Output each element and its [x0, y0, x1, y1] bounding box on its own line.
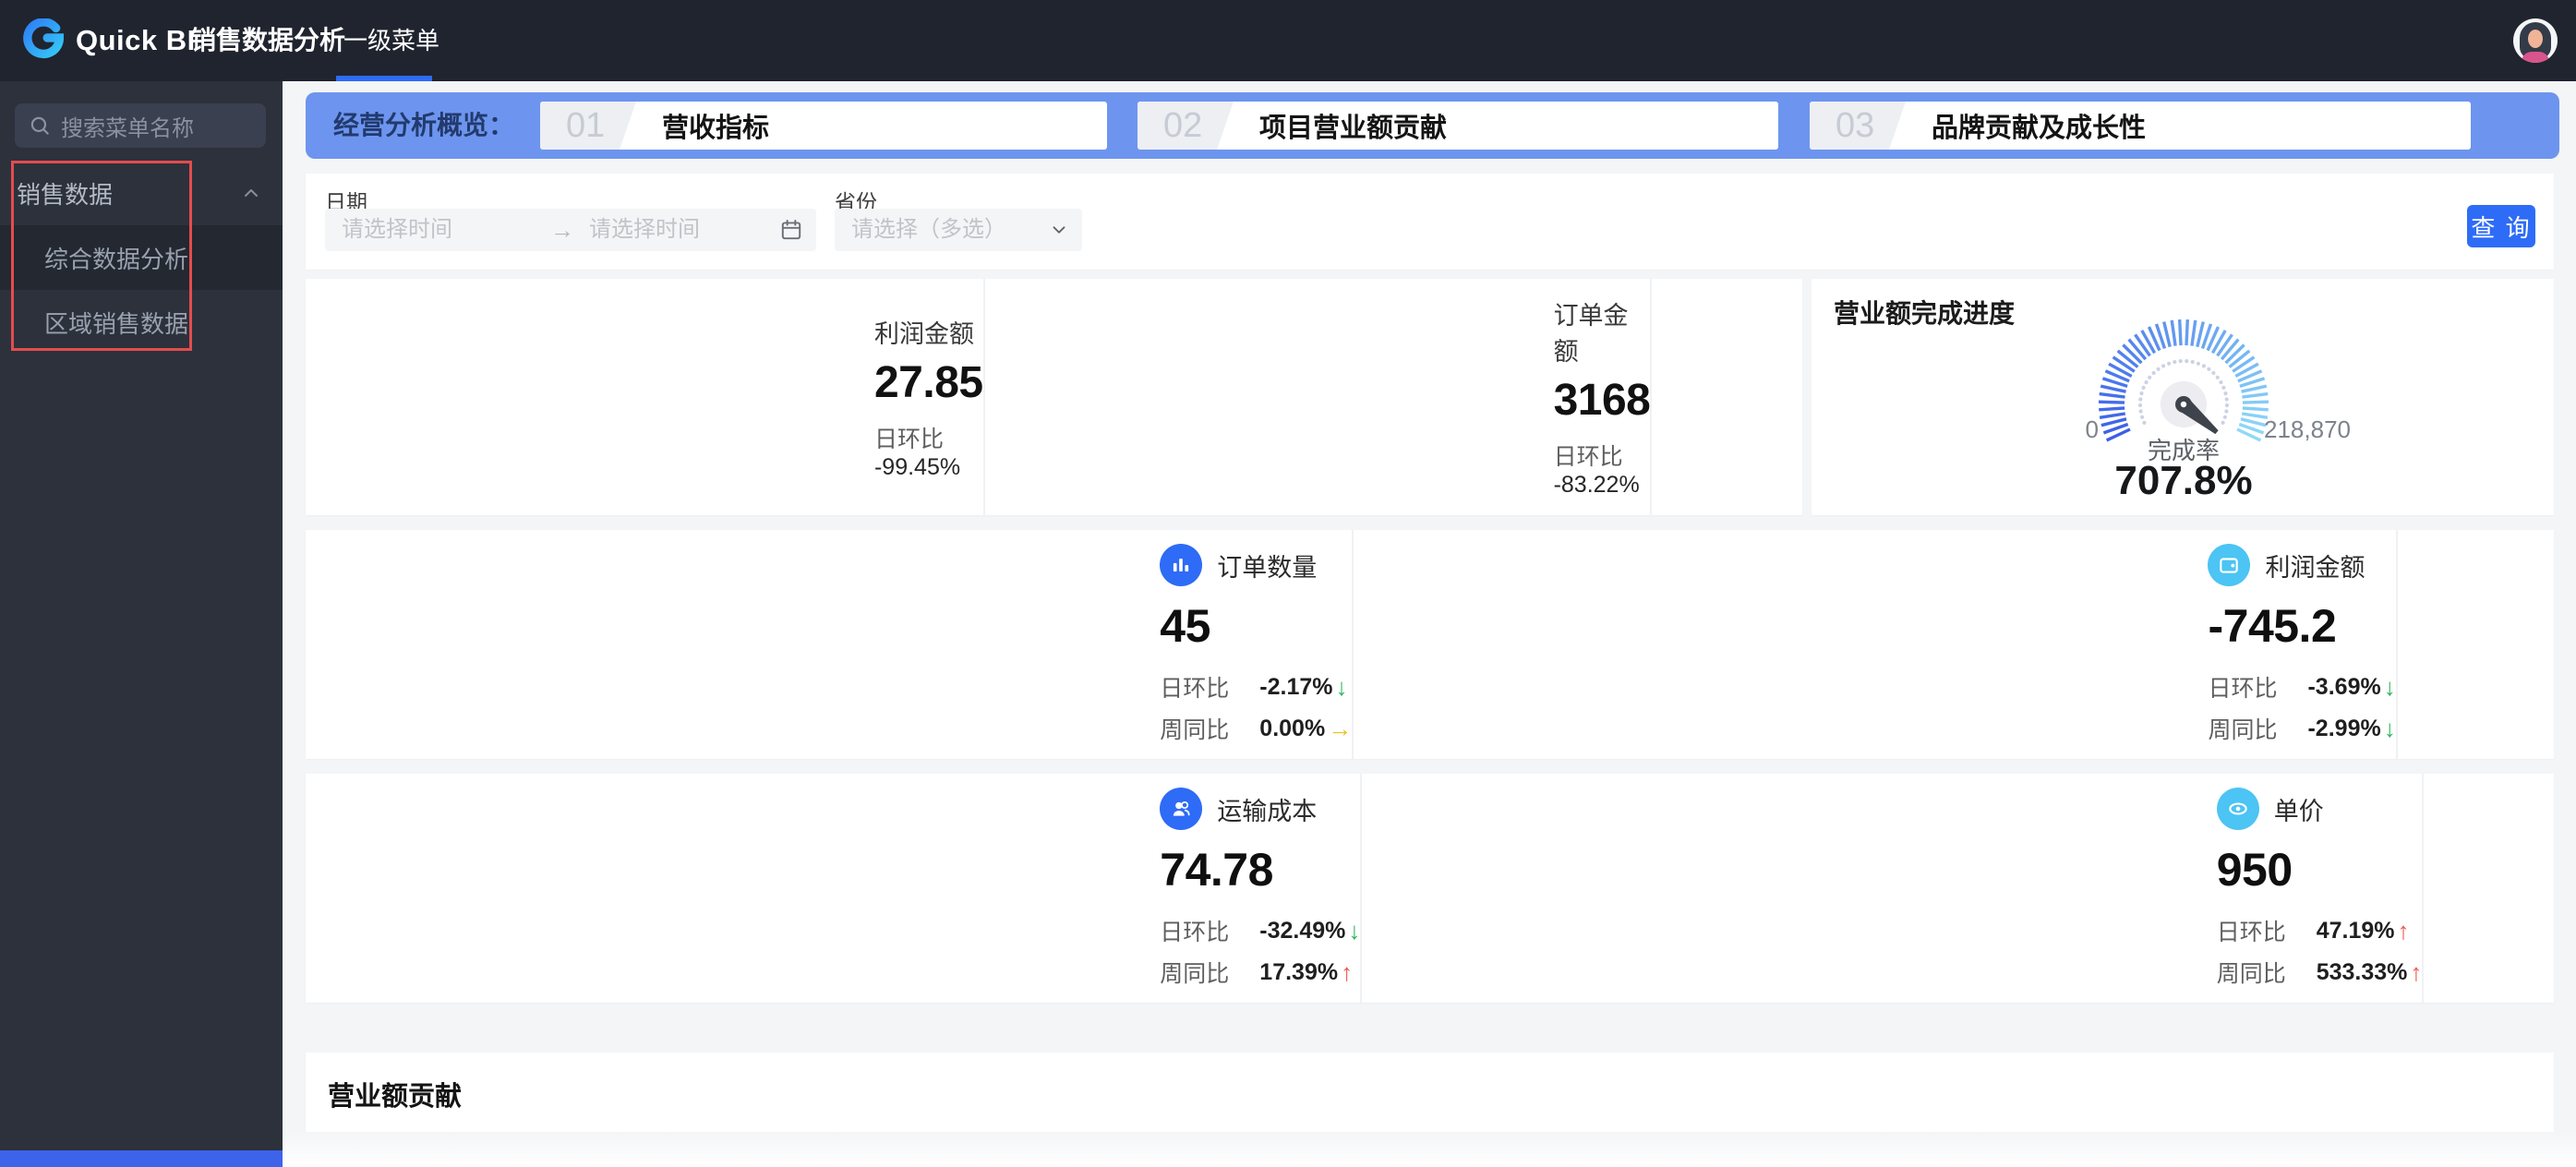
section-number: 03 — [1810, 102, 1906, 150]
kpi-metric: 日环比 -3.69% ↓ — [2208, 670, 2395, 704]
section-number: 02 — [1138, 102, 1234, 150]
trend-arrow: ↑ — [2410, 958, 2422, 987]
kpi-label: 订单数量 — [1217, 547, 1317, 584]
kpi-metric: 日环比 -83.22% — [1554, 439, 1651, 499]
gauge-min-label: 0 — [2006, 415, 2099, 444]
province-placeholder: 请选择（多选） — [851, 209, 1006, 251]
gauge-title: 营业额完成进度 — [1834, 294, 2015, 331]
people-icon — [1160, 788, 1202, 830]
section-number: 01 — [540, 102, 636, 150]
tab-active-underline — [336, 76, 432, 81]
kpi-shipping-cost: 运输成本 74.78 日环比 -32.49% ↓ 周同比 17.39% ↑ — [306, 774, 1362, 1003]
province-select[interactable]: 请选择（多选） — [835, 209, 1082, 251]
kpi-profit-amount: 利润金额 27.85 日环比 -99.45% — [306, 279, 985, 515]
avatar-face — [2528, 30, 2543, 48]
overview-section-project-contribution[interactable]: 02 项目营业额贡献 — [1138, 102, 1778, 150]
kpi-metric: 日环比 -32.49% ↓ — [1160, 914, 1360, 947]
kpi-metric: 周同比 0.00% → — [1160, 712, 1352, 745]
kpi-card-row3: 运输成本 74.78 日环比 -32.49% ↓ 周同比 17.39% ↑ — [306, 774, 2554, 1003]
kpi-value: -745.2 — [2208, 599, 2395, 653]
arrow-right-icon: → — [550, 209, 574, 251]
date-end-placeholder: 请选择时间 — [589, 209, 700, 251]
gauge-rate-value: 707.8% — [2073, 458, 2294, 504]
sidebar-item-comprehensive-analysis[interactable]: 综合数据分析 — [0, 225, 283, 290]
kpi-unit-price-2: 单价 950 日环比 47.19% ↑ 周同比 533.33% ↑ — [1362, 774, 2424, 1003]
kpi-order-amount: 订单金额 3168 日环比 -83.22% — [985, 279, 1653, 515]
chevron-up-icon — [240, 182, 262, 204]
kpi-metric: 日环比 -99.45% — [874, 421, 983, 481]
overview-label: 经营分析概览： — [333, 92, 514, 159]
gauge-max-label: 218,870 — [2264, 415, 2351, 444]
revenue-contribution-card: 营业额贡献 — [306, 1053, 2554, 1132]
top-navbar: Quick BI 销售数据分析 一级菜单 — [0, 0, 2576, 81]
date-range-input[interactable]: 请选择时间 → 请选择时间 — [325, 209, 816, 251]
sidebar-bottom-accent — [0, 1150, 283, 1167]
filter-card: 日期 请选择时间 → 请选择时间 省份 请选择（多选） 查 询 — [306, 174, 2554, 270]
kpi-metric: 周同比 -2.99% ↓ — [2208, 712, 2395, 745]
wallet-icon — [2208, 544, 2250, 586]
kpi-metric: 周同比 533.33% ↑ — [2217, 956, 2423, 989]
date-start-placeholder: 请选择时间 — [342, 209, 452, 251]
kpi-profit-amount-2: 利润金额 -745.2 日环比 -3.69% ↓ 周同比 -2.99% ↓ — [1354, 530, 2398, 759]
trend-arrow: ↓ — [2384, 715, 2396, 743]
calendar-icon — [779, 218, 803, 242]
kpi-label: 运输成本 — [1217, 791, 1317, 827]
kpi-value: 950 — [2217, 843, 2423, 896]
search-placeholder: 搜索菜单名称 — [61, 110, 194, 142]
sidebar-item-regional-sales[interactable]: 区域销售数据 — [0, 290, 283, 355]
avatar-shirt — [2522, 52, 2549, 63]
brand-text: Quick BI — [76, 0, 196, 81]
kpi-label: 订单金额 — [1554, 295, 1651, 367]
gauge-card: 营业额完成进度 0 218,870 完成率 707.8% — [1812, 279, 2554, 515]
tab-first-level-menu[interactable]: 一级菜单 — [343, 0, 439, 81]
trend-arrow: ↑ — [1341, 958, 1353, 987]
trend-arrow: → — [1328, 715, 1352, 743]
kpi-value: 45 — [1160, 599, 1352, 653]
section-title: 营收指标 — [662, 106, 769, 145]
trend-arrow: ↓ — [1336, 673, 1348, 702]
kpi-card-row2: 订单数量 45 日环比 -2.17% ↓ 周同比 0.00% → — [306, 530, 2554, 759]
kpi-order-count: 订单数量 45 日环比 -2.17% ↓ 周同比 0.00% → — [306, 530, 1354, 759]
kpi-label: 利润金额 — [874, 314, 983, 350]
bottom-card-title: 营业额贡献 — [328, 1075, 462, 1113]
bar-chart-icon — [1160, 544, 1202, 586]
eye-icon — [2217, 788, 2259, 830]
bottom-fade — [283, 1132, 2576, 1167]
kpi-value: 74.78 — [1160, 843, 1360, 896]
section-title: 项目营业额贡献 — [1259, 106, 1447, 145]
kpi-unit-price: 单价 832.81 日环比 126.31% ↑ 周同比 767.69% ↑ — [2398, 530, 2576, 759]
kpi-value: 3168 — [1554, 375, 1651, 426]
search-icon — [28, 114, 52, 138]
quick-bi-logo-icon — [22, 18, 65, 61]
sidebar-group-sales-data[interactable]: 销售数据 — [0, 161, 283, 225]
kpi-label: 利润金额 — [2265, 547, 2365, 584]
chevron-down-icon — [1049, 220, 1069, 240]
kpi-label: 单价 — [2274, 791, 2324, 827]
workspace-title: 销售数据分析 — [190, 0, 345, 81]
trend-arrow: ↑ — [2398, 917, 2410, 945]
quick-bi-dashboard: Quick BI 销售数据分析 一级菜单 搜索菜单名称 销售数据 综合数据分析 — [0, 0, 2576, 1167]
query-button[interactable]: 查 询 — [2467, 205, 2535, 247]
kpi-metric: 日环比 47.19% ↑ — [2217, 914, 2423, 947]
overview-bar: 经营分析概览： 01 营收指标 02 项目营业额贡献 03 品牌贡献及成长性 — [306, 92, 2559, 159]
overview-section-brand-growth[interactable]: 03 品牌贡献及成长性 — [1810, 102, 2471, 150]
left-sidebar: 搜索菜单名称 销售数据 综合数据分析 区域销售数据 — [0, 81, 283, 1167]
kpi-metric: 日环比 -2.17% ↓ — [1160, 670, 1352, 704]
kpi-card-row1: 利润金额 27.85 日环比 -99.45% 订单金额 3168 日环比 -83… — [306, 279, 1802, 515]
kpi-value: 27.85 — [874, 357, 983, 408]
user-avatar[interactable] — [2513, 18, 2558, 63]
kpi-discount-point-2: 折扣点 52.00% 日环比 20.93% ↑ 周同比 766.67% ↑ — [2424, 774, 2576, 1003]
trend-arrow: ↓ — [1348, 917, 1360, 945]
kpi-metric: 周同比 17.39% ↑ — [1160, 956, 1360, 989]
trend-arrow: ↓ — [2384, 673, 2396, 702]
sidebar-search-input[interactable]: 搜索菜单名称 — [15, 103, 266, 148]
overview-section-revenue[interactable]: 01 营收指标 — [540, 102, 1107, 150]
section-title: 品牌贡献及成长性 — [1932, 106, 2146, 145]
